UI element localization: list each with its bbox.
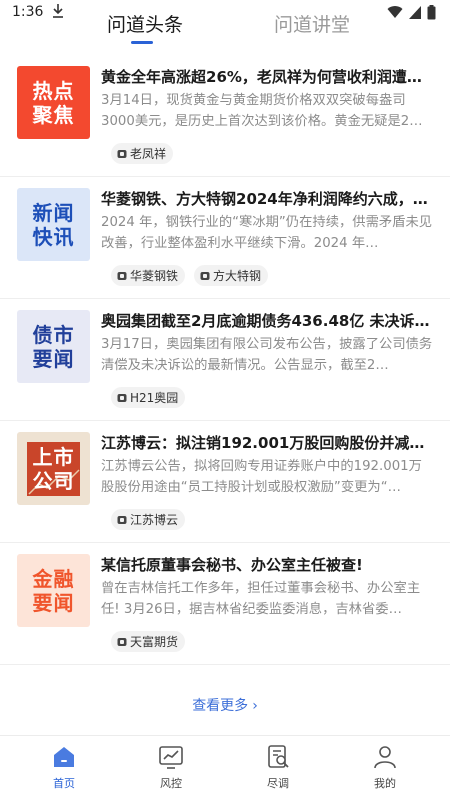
news-title: 奥园集团截至2月底逾期债务436.48亿 未决诉… <box>101 312 430 330</box>
nav-label: 首页 <box>53 777 75 790</box>
thumbnail-text: 上市 <box>32 444 75 469</box>
news-summary: 江苏博云公告，拟将回购专用证券账户中的192.001万股股份用途由“员工持股计划… <box>101 459 422 495</box>
news-item[interactable]: 金融 要闻 某信托原董事会秘书、办公室主任被查! 曾在吉林信托工作多年，担任过董… <box>0 543 450 665</box>
thumbnail-text: 新闻 <box>32 200 75 225</box>
tag-icon <box>117 149 127 158</box>
nav-risk[interactable]: 风控 <box>141 744 201 791</box>
nav-profile[interactable]: 我的 <box>355 744 415 791</box>
news-summary: 曾在吉林信托工作多年，担任过董事会秘书、办公室主任! 3月26日，据吉林省纪委监… <box>101 581 421 617</box>
news-title: 江苏博云：拟注销192.001万股回购股份并减… <box>101 434 425 452</box>
profile-icon <box>374 746 396 769</box>
tag-label: 天富期货 <box>130 635 179 649</box>
thumbnail-text: 快讯 <box>32 224 75 249</box>
tag-label: 华菱钢铁 <box>130 269 179 283</box>
tag-list: H21奥园 <box>111 387 186 408</box>
tag-icon <box>117 515 127 524</box>
company-tag[interactable]: 华菱钢铁 <box>111 265 186 286</box>
nav-label: 尽调 <box>267 777 289 790</box>
risk-chart-icon <box>159 746 183 769</box>
tag-label: 方大特钢 <box>213 269 262 283</box>
news-summary: 2024 年，钢铁行业的“寒冰期”仍在持续，供需矛盾未见改善，行业整体盈利水平继… <box>101 215 433 251</box>
tag-label: H21奥园 <box>130 391 179 405</box>
nav-due-diligence[interactable]: 尽调 <box>248 744 308 791</box>
tab-wendao-headlines[interactable]: 问道头条 <box>107 10 183 37</box>
tag-label: 老凤祥 <box>130 147 167 161</box>
tag-icon <box>117 271 127 280</box>
due-diligence-icon <box>268 745 289 768</box>
news-thumbnail: 上市 公司 <box>17 432 90 505</box>
chevron-right-icon: › <box>252 698 258 714</box>
news-item[interactable]: 债市 要闻 奥园集团截至2月底逾期债务436.48亿 未决诉… 3月17日，奥园… <box>0 299 450 421</box>
news-list: 热点 聚焦 黄金全年高涨超26%，老凤祥为何营收利润遭… 3月14日，现货黄金与… <box>0 55 450 665</box>
nav-home[interactable]: 首页 <box>34 744 94 791</box>
news-thumbnail: 新闻 快讯 <box>17 188 90 261</box>
tag-list: 老凤祥 <box>111 143 174 164</box>
company-tag[interactable]: H21奥园 <box>111 387 186 408</box>
news-thumbnail: 金融 要闻 <box>17 554 90 627</box>
news-summary: 3月14日，现货黄金与黄金期货价格双双突破每盎司3000美元，是历史上首次达到该… <box>101 93 423 129</box>
tag-label: 江苏博云 <box>130 513 179 527</box>
tag-icon <box>200 271 210 280</box>
tag-icon <box>117 637 127 646</box>
tab-wendao-lecture[interactable]: 问道讲堂 <box>274 10 350 37</box>
news-thumbnail: 债市 要闻 <box>17 310 90 383</box>
thumbnail-text: 要闻 <box>32 590 75 615</box>
thumbnail-text: 债市 <box>32 322 75 347</box>
bottom-nav: 首页 风控 尽调 我的 <box>0 735 450 800</box>
nav-label: 我的 <box>374 777 396 790</box>
news-title: 华菱钢铁、方大特钢2024年净利润降约六成，… <box>101 190 428 208</box>
thumbnail-text: 金融 <box>32 566 75 591</box>
news-item[interactable]: 热点 聚焦 黄金全年高涨超26%，老凤祥为何营收利润遭… 3月14日，现货黄金与… <box>0 55 450 177</box>
home-icon <box>54 747 74 767</box>
thumbnail-text: 热点 <box>32 78 75 103</box>
see-more-label: 查看更多 <box>192 698 249 714</box>
company-tag[interactable]: 方大特钢 <box>194 265 269 286</box>
thumbnail-text: 要闻 <box>32 346 75 371</box>
thumbnail-text: 公司 <box>32 468 75 493</box>
news-item[interactable]: 上市 公司 江苏博云：拟注销192.001万股回购股份并减… 江苏博云公告，拟将… <box>0 421 450 543</box>
tag-list: 江苏博云 <box>111 509 186 530</box>
news-title: 黄金全年高涨超26%，老凤祥为何营收利润遭… <box>101 68 422 86</box>
news-thumbnail: 热点 聚焦 <box>17 66 90 139</box>
news-item[interactable]: 新闻 快讯 华菱钢铁、方大特钢2024年净利润降约六成，… 2024 年，钢铁行… <box>0 177 450 299</box>
company-tag[interactable]: 天富期货 <box>111 631 186 652</box>
company-tag[interactable]: 江苏博云 <box>111 509 186 530</box>
news-summary: 3月17日，奥园集团有限公司发布公告，披露了公司债务清偿及未决诉讼的最新情况。公… <box>101 337 433 373</box>
tag-list: 华菱钢铁 方大特钢 <box>111 265 269 286</box>
tag-list: 天富期货 <box>111 631 186 652</box>
tag-icon <box>117 393 127 402</box>
company-tag[interactable]: 老凤祥 <box>111 143 174 164</box>
thumbnail-text: 聚焦 <box>32 102 75 127</box>
news-title: 某信托原董事会秘书、办公室主任被查! <box>101 556 363 574</box>
see-more-link[interactable]: 查看更多 › <box>0 695 450 715</box>
top-tabs: 问道头条 问道讲堂 <box>0 0 450 50</box>
nav-label: 风控 <box>160 777 182 790</box>
active-tab-indicator <box>131 41 153 44</box>
